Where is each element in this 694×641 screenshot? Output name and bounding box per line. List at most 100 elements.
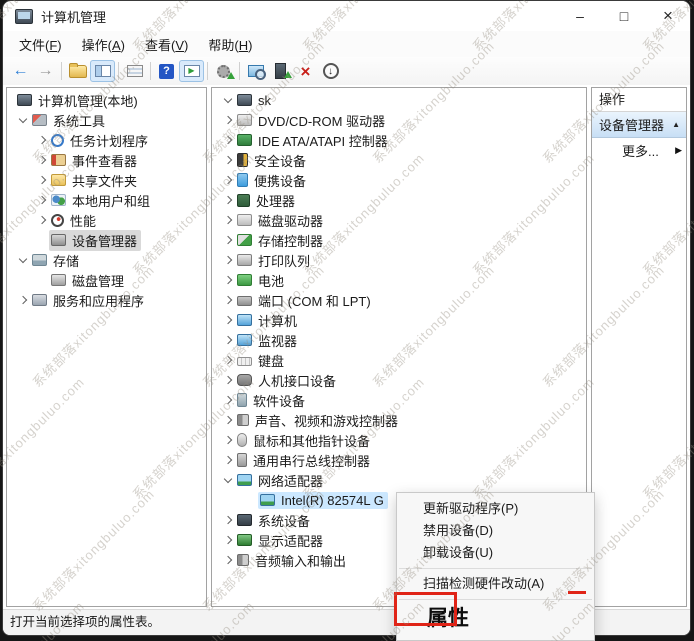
help-button[interactable]: ? bbox=[154, 60, 179, 82]
chevron-right-icon[interactable] bbox=[220, 233, 235, 248]
tree-item-local-users-groups[interactable]: 本地用户和组 bbox=[7, 190, 206, 210]
tree-item-label: 性能 bbox=[70, 213, 97, 229]
tree-item-hid-devices[interactable]: 人机接口设备 bbox=[212, 370, 586, 390]
chevron-right-icon[interactable] bbox=[220, 553, 235, 568]
actions-more[interactable]: 更多... ▶ bbox=[592, 138, 686, 162]
chevron-right-icon[interactable] bbox=[220, 353, 235, 368]
tree-item-performance[interactable]: 性能 bbox=[7, 210, 206, 230]
uninstall-device-button[interactable]: × bbox=[293, 60, 318, 82]
chevron-right-icon[interactable] bbox=[220, 413, 235, 428]
tree-item-print-queues[interactable]: 打印队列 bbox=[212, 250, 586, 270]
update-driver-button[interactable] bbox=[211, 60, 236, 82]
chevron-right-icon[interactable] bbox=[220, 273, 235, 288]
chevron-right-icon[interactable] bbox=[220, 193, 235, 208]
menu-action-post: ) bbox=[120, 37, 125, 53]
tree-item-sound-controllers[interactable]: 声音、视频和游戏控制器 bbox=[212, 410, 586, 430]
tree-item-disk-drives[interactable]: 磁盘驱动器 bbox=[212, 210, 586, 230]
menu-action[interactable]: 操作(A) bbox=[72, 32, 135, 57]
tree-item-monitors[interactable]: 监视器 bbox=[212, 330, 586, 350]
chevron-right-icon[interactable] bbox=[34, 133, 49, 148]
scan-hardware-button[interactable] bbox=[243, 60, 268, 82]
chevron-right-icon[interactable] bbox=[220, 393, 235, 408]
menu-view-key: V bbox=[175, 37, 185, 53]
scan-icon bbox=[247, 65, 266, 80]
tree-item-network-adapters[interactable]: 网络适配器 bbox=[212, 470, 586, 490]
toolbar-separator bbox=[118, 62, 119, 80]
menu-file[interactable]: 文件(F) bbox=[9, 32, 72, 57]
minimize-button[interactable]: – bbox=[558, 1, 602, 31]
tree-item-root-sk[interactable]: sk bbox=[212, 90, 586, 110]
chevron-right-icon[interactable] bbox=[34, 153, 49, 168]
chevron-right-icon[interactable] bbox=[220, 453, 235, 468]
dvd-icon bbox=[237, 114, 252, 126]
services-icon bbox=[32, 294, 47, 306]
chevron-right-icon[interactable] bbox=[220, 333, 235, 348]
context-menu-item-uninstall-device[interactable]: 卸载设备(U) bbox=[397, 542, 594, 564]
close-button[interactable]: × bbox=[646, 1, 690, 31]
forward-button[interactable]: → bbox=[33, 60, 58, 82]
tree-item-batteries[interactable]: 电池 bbox=[212, 270, 586, 290]
chevron-right-icon[interactable] bbox=[34, 193, 49, 208]
chevron-right-icon[interactable] bbox=[220, 113, 235, 128]
tree-item-system-tools[interactable]: 系统工具 bbox=[7, 110, 206, 130]
tree-item-ide-controllers[interactable]: IDE ATA/ATAPI 控制器 bbox=[212, 130, 586, 150]
disk-management-icon bbox=[51, 274, 66, 286]
chevron-right-icon[interactable] bbox=[220, 133, 235, 148]
tree-item-portable-devices[interactable]: 便携设备 bbox=[212, 170, 586, 190]
tree-item-security-devices[interactable]: 安全设备 bbox=[212, 150, 586, 170]
back-button[interactable]: ← bbox=[8, 60, 33, 82]
printer-icon bbox=[237, 254, 252, 266]
chevron-right-icon[interactable] bbox=[220, 153, 235, 168]
chevron-right-icon[interactable] bbox=[220, 173, 235, 188]
tree-item-keyboards[interactable]: 键盘 bbox=[212, 350, 586, 370]
tree-item-task-scheduler[interactable]: 任务计划程序 bbox=[7, 130, 206, 150]
chevron-down-icon[interactable] bbox=[15, 253, 30, 268]
menu-help[interactable]: 帮助(H) bbox=[198, 32, 262, 57]
actions-section-device-manager[interactable]: 设备管理器 ▲ bbox=[592, 112, 686, 138]
tree-item-processors[interactable]: 处理器 bbox=[212, 190, 586, 210]
tree-item-label: 设备管理器 bbox=[72, 233, 138, 249]
chevron-right-icon[interactable] bbox=[220, 253, 235, 268]
tree-item-storage[interactable]: 存储 bbox=[7, 250, 206, 270]
show-console-tree-button[interactable] bbox=[90, 60, 115, 82]
tree-item-computer[interactable]: 计算机 bbox=[212, 310, 586, 330]
tree-item-label: 系统设备 bbox=[258, 513, 311, 529]
chevron-right-icon[interactable] bbox=[15, 293, 30, 308]
chevron-right-icon[interactable] bbox=[220, 433, 235, 448]
tree-item-event-viewer[interactable]: 事件查看器 bbox=[7, 150, 206, 170]
chevron-down-icon[interactable] bbox=[220, 473, 235, 488]
chevron-right-icon[interactable] bbox=[34, 173, 49, 188]
local-users-icon bbox=[51, 194, 66, 206]
chevron-down-icon[interactable] bbox=[15, 113, 30, 128]
chevron-right-icon[interactable] bbox=[220, 513, 235, 528]
tree-item-storage-controllers[interactable]: 存储控制器 bbox=[212, 230, 586, 250]
tree-item-ports-com-lpt[interactable]: 端口 (COM 和 LPT) bbox=[212, 290, 586, 310]
tree-item-device-manager[interactable]: 设备管理器 bbox=[7, 229, 206, 251]
tree-item-dvd-drives[interactable]: DVD/CD-ROM 驱动器 bbox=[212, 110, 586, 130]
chevron-right-icon[interactable] bbox=[220, 373, 235, 388]
tree-item-services-applications[interactable]: 服务和应用程序 bbox=[7, 290, 206, 310]
tree-item-computer-management-local[interactable]: 计算机管理(本地) bbox=[7, 90, 206, 110]
actions-more-label: 更多... bbox=[622, 143, 659, 159]
maximize-button[interactable]: □ bbox=[602, 1, 646, 31]
chevron-right-icon[interactable] bbox=[220, 313, 235, 328]
tree-item-software-devices[interactable]: 软件设备 bbox=[212, 390, 586, 410]
disable-device-button[interactable]: ↓ bbox=[318, 60, 343, 82]
chevron-right-icon[interactable] bbox=[220, 293, 235, 308]
enable-device-button[interactable] bbox=[268, 60, 293, 82]
context-menu-item-update-driver[interactable]: 更新驱动程序(P) bbox=[397, 498, 594, 520]
tree-item-usb-controllers[interactable]: 通用串行总线控制器 bbox=[212, 450, 586, 470]
menu-view[interactable]: 查看(V) bbox=[135, 32, 198, 57]
chevron-right-icon[interactable] bbox=[220, 533, 235, 548]
properties-button[interactable] bbox=[122, 60, 147, 82]
chevron-right-icon[interactable] bbox=[220, 213, 235, 228]
chevron-down-icon[interactable] bbox=[220, 93, 235, 108]
tree-item-mice-pointing[interactable]: 鼠标和其他指针设备 bbox=[212, 430, 586, 450]
tree-item-disk-management[interactable]: 磁盘管理 bbox=[7, 270, 206, 290]
chevron-right-icon[interactable] bbox=[34, 213, 49, 228]
export-list-button[interactable] bbox=[65, 60, 90, 82]
show-action-pane-button[interactable]: ▶ bbox=[179, 60, 204, 82]
menu-file-pre: 文件( bbox=[19, 37, 50, 53]
context-menu-item-disable-device[interactable]: 禁用设备(D) bbox=[397, 520, 594, 542]
tree-item-shared-folders[interactable]: 共享文件夹 bbox=[7, 170, 206, 190]
